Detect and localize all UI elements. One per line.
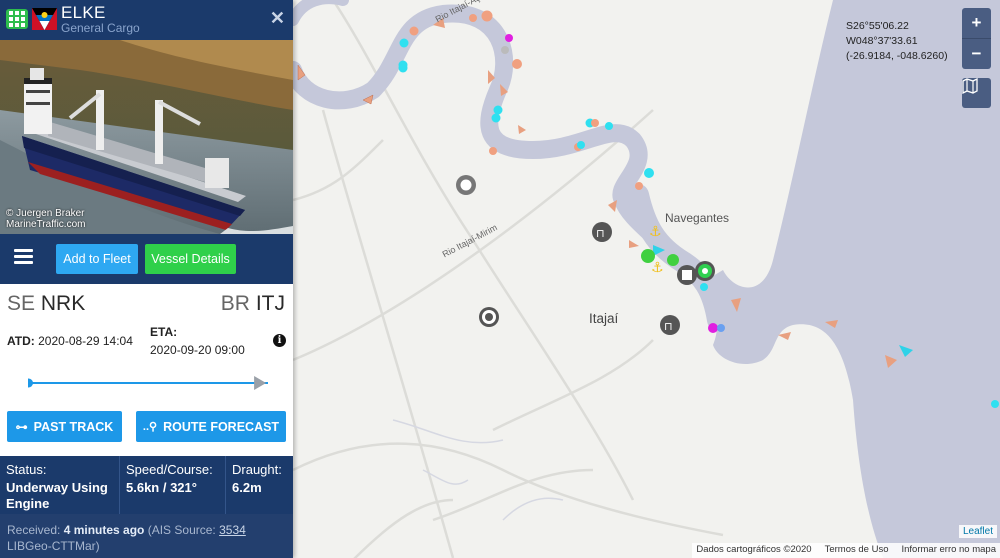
route-section: SE NRK BR ITJ ATD: 2020-08-29 14:04 ETA:… — [0, 284, 293, 456]
attrib-terms-link[interactable]: Termos de Uso — [825, 544, 889, 557]
coord-decimal: (-26.9184, -048.6260) — [846, 50, 948, 62]
map[interactable]: ⚓ ⚓ ⊓ ⊓ Rio Itajaí-Açu Rio Itajaí-Mirim … — [293, 0, 1000, 558]
status-label: Status: — [6, 462, 47, 477]
received-prefix: Received: — [7, 523, 64, 537]
vessel-photo[interactable]: © Juergen Braker MarineTraffic.com — [0, 40, 293, 234]
svg-text:⊓: ⊓ — [664, 321, 673, 333]
draught-label: Draught: — [232, 462, 282, 477]
place-itajai: Itajaí — [589, 311, 619, 326]
svg-text:⚓: ⚓ — [651, 260, 664, 276]
departure-port[interactable]: SE NRK — [7, 292, 85, 316]
destination-port[interactable]: BR ITJ — [221, 292, 285, 316]
eta-label: ETA: — [150, 325, 178, 339]
photo-credit-site: MarineTraffic.com — [6, 219, 86, 230]
coordinate-readout: S26°55'06.22 W048°37'33.61 (-26.9184, -0… — [846, 19, 948, 64]
zoom-out-button[interactable]: − — [962, 38, 991, 68]
speed-course-label: Speed/Course: — [126, 462, 213, 477]
apps-grid-icon[interactable] — [6, 9, 28, 29]
coord-lon: W048°37'33.61 — [846, 35, 918, 47]
vessel-panel: ELKE General Cargo ✕ © Juergen Braker Ma… — [0, 0, 293, 558]
photo-credit-author: © Juergen Braker — [6, 208, 85, 219]
zoom-control: + − — [962, 8, 991, 69]
status-value: Underway Using Engine — [6, 480, 108, 511]
close-icon[interactable]: ✕ — [270, 8, 285, 29]
map-layers-button[interactable] — [962, 78, 991, 108]
vessel-name: ELKE — [61, 3, 106, 22]
leaflet-attribution-link[interactable]: Leaflet — [958, 525, 997, 538]
status-section: Status: Underway Using Engine Speed/Cour… — [0, 456, 293, 514]
action-bar: Add to Fleet Vessel Details — [0, 234, 293, 284]
photo-credit: © Juergen Braker MarineTraffic.com — [6, 208, 85, 230]
sea — [698, 0, 1000, 558]
coord-lat: S26°55'06.22 — [846, 20, 909, 32]
received-age: 4 minutes ago — [63, 523, 145, 537]
progress-ship-icon — [254, 376, 267, 390]
route-forecast-button[interactable]: ..⚲ ROUTE FORECAST — [136, 411, 286, 442]
map-icon — [962, 78, 978, 94]
progress-start-dot — [28, 378, 33, 388]
destination-country: BR — [220, 292, 250, 315]
svg-text:⊓: ⊓ — [596, 228, 605, 240]
attrib-data: Dados cartográficos ©2020 — [696, 544, 812, 555]
departure-port-code: NRK — [40, 292, 86, 315]
vessel-type: General Cargo — [61, 21, 140, 35]
route-forecast-label: ROUTE FORECAST — [163, 419, 280, 434]
flag-icon — [32, 8, 57, 30]
draught-value: 6.2m — [232, 480, 262, 495]
atd: ATD: 2020-08-29 14:04 — [7, 334, 133, 348]
past-track-label: PAST TRACK — [33, 419, 114, 434]
map-attribution: Dados cartográficos ©2020 Termos de Uso … — [692, 543, 1000, 558]
draught-cell: Draught: 6.2m — [225, 456, 293, 514]
ais-source-link[interactable]: 3534 — [219, 523, 246, 537]
eta-value: 2020-09-20 09:00 — [150, 343, 245, 357]
destination-port-code: ITJ — [255, 292, 285, 315]
atd-value: 2020-08-29 14:04 — [38, 334, 133, 348]
track-icon: ⊶ — [15, 419, 28, 434]
svg-text:⚓: ⚓ — [649, 224, 662, 240]
voyage-progress-bar — [28, 376, 268, 390]
departure-country: SE — [7, 292, 36, 315]
ais-source-name: LIBGeo-CTTMar) — [7, 539, 100, 553]
speed-course-value: 5.6kn / 321° — [126, 480, 197, 495]
map-canvas[interactable]: ⚓ ⚓ ⊓ ⊓ — [293, 0, 1000, 558]
forecast-pin-icon: ..⚲ — [142, 421, 158, 433]
ais-source-prefix: (AIS Source: — [144, 523, 220, 537]
menu-icon[interactable] — [14, 249, 33, 265]
info-icon[interactable]: i — [273, 334, 286, 347]
past-track-button[interactable]: ⊶ PAST TRACK — [7, 411, 122, 442]
received-info: Received: 4 minutes ago (AIS Source: 353… — [0, 514, 293, 558]
status-cell: Status: Underway Using Engine — [0, 456, 119, 514]
panel-header: ELKE General Cargo ✕ — [0, 0, 293, 40]
zoom-in-button[interactable]: + — [962, 8, 991, 38]
vessel-details-button[interactable]: Vessel Details — [145, 244, 236, 274]
atd-label: ATD: — [7, 334, 35, 348]
place-navegantes: Navegantes — [665, 211, 730, 225]
add-to-fleet-button[interactable]: Add to Fleet — [56, 244, 138, 274]
speed-course-cell: Speed/Course: 5.6kn / 321° — [119, 456, 225, 514]
attrib-report-link[interactable]: Informar erro no mapa — [901, 544, 996, 557]
